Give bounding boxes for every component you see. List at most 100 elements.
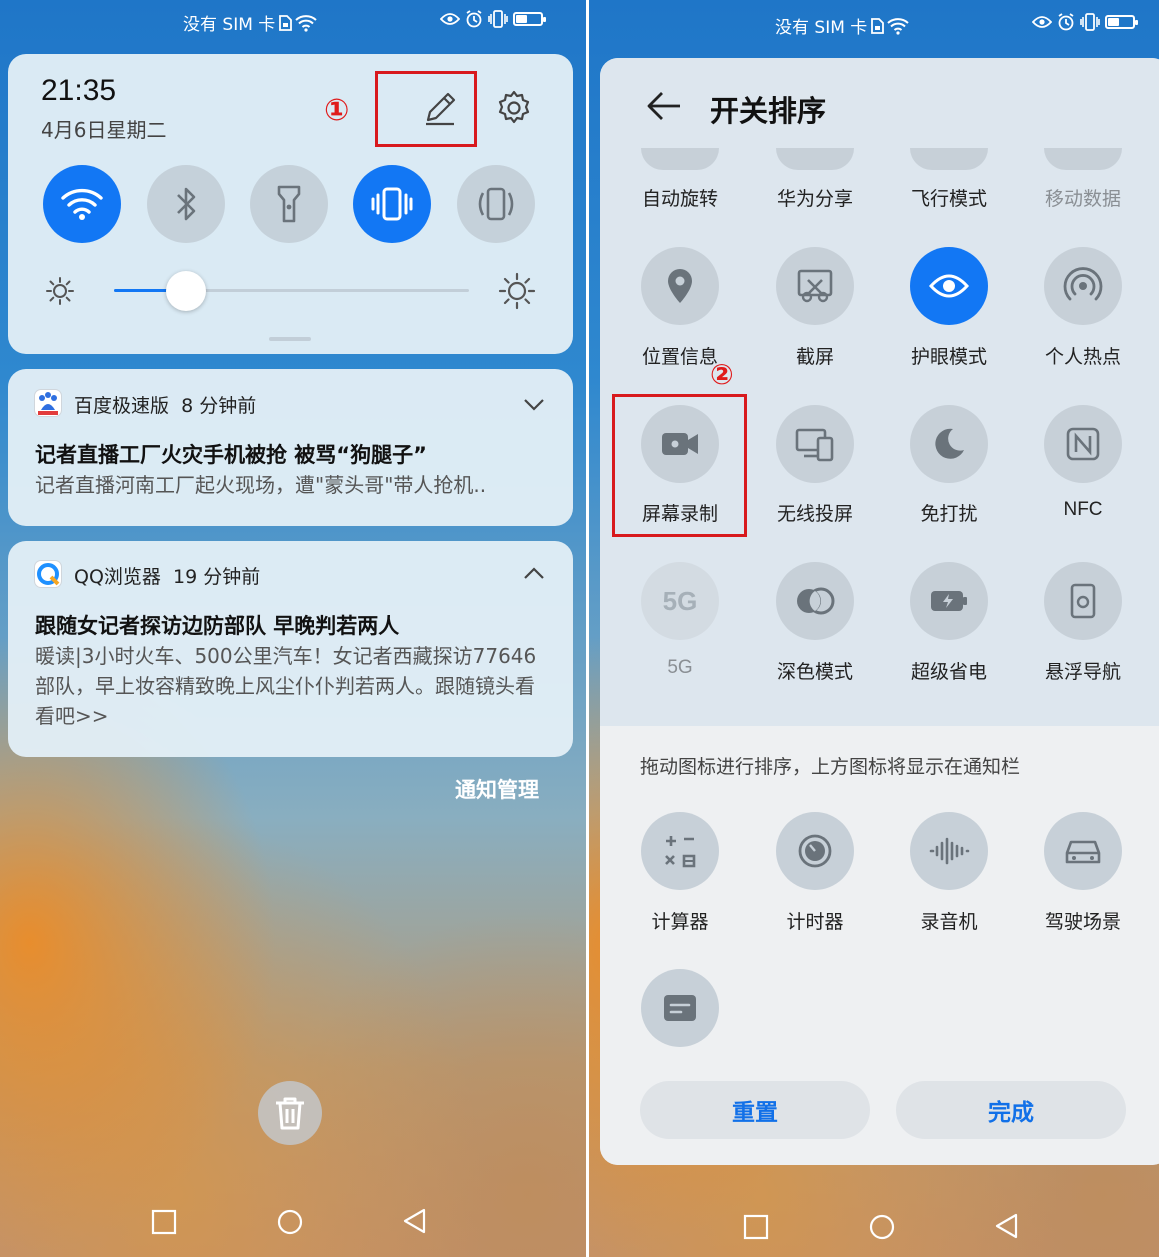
tile-mobile-data-icon[interactable] [1044, 148, 1122, 170]
recents-square-icon[interactable] [150, 1208, 178, 1236]
done-button[interactable]: 完成 [896, 1081, 1126, 1139]
clear-all-button[interactable] [258, 1081, 322, 1145]
tile-label-recorder: 录音机 [920, 911, 978, 933]
tile-label-power-saving: 超级省电 [910, 661, 987, 683]
flashlight-toggle[interactable] [250, 165, 328, 243]
tile-wireless-projection[interactable] [776, 405, 854, 483]
vibrate-toggle[interactable] [353, 165, 431, 243]
tile-driving-mode[interactable] [1044, 812, 1122, 890]
tile-label-floating-nav: 悬浮导航 [1044, 661, 1121, 683]
tile-label-dark-mode: 深色模式 [776, 661, 853, 683]
bluetooth-icon [177, 187, 196, 221]
wifi-toggle[interactable] [43, 165, 121, 243]
back-triangle-icon[interactable] [992, 1211, 1022, 1241]
tile-timer[interactable] [776, 812, 854, 890]
notification-app-name: QQ浏览器 19 分钟前 [74, 566, 261, 588]
battery-bolt-icon [931, 591, 967, 611]
floating-nav-icon [1070, 583, 1096, 619]
auto-rotate-icon [478, 187, 514, 221]
vibrate-icon [371, 187, 413, 221]
notification-title: 跟随女记者探访边防部队 早晚判若两人 [35, 614, 400, 638]
tile-huawei-share-icon[interactable] [776, 148, 854, 170]
sound-wave-icon [929, 837, 970, 865]
sim-card-icon [279, 14, 293, 31]
vibrate-status-icon [1080, 13, 1100, 31]
status-icons [1032, 13, 1138, 31]
tile-label-do-not-disturb: 免打扰 [920, 503, 978, 525]
step-marker-1: ① [324, 93, 350, 128]
status-bar: 没有 SIM 卡 [0, 0, 586, 44]
nfc-icon [1066, 427, 1100, 461]
home-circle-icon[interactable] [867, 1212, 897, 1242]
eye-icon [929, 274, 969, 298]
date: 4月6日星期二 [41, 118, 167, 142]
notification-body: 记者直播河南工厂起火现场，遭"蒙头哥"带人抢机.. [35, 473, 487, 497]
baidu-app-icon [34, 389, 62, 417]
tile-label-wireless-projection: 无线投屏 [776, 503, 853, 525]
screenshot-scissors-icon [797, 269, 833, 303]
chevron-down-icon[interactable] [521, 391, 547, 417]
sim-card-icon [871, 17, 885, 34]
tile-label-calculator: 计算器 [651, 911, 709, 933]
tile-screen-record[interactable] [641, 405, 719, 483]
wifi-status-icon [295, 14, 317, 32]
tile-5g[interactable]: 5G [641, 562, 719, 640]
notification-card-qq[interactable]: QQ浏览器 19 分钟前 跟随女记者探访边防部队 早晚判若两人 暖读|3小时火车… [8, 541, 573, 757]
recents-square-icon[interactable] [742, 1213, 770, 1241]
tile-subtitle[interactable] [641, 969, 719, 1047]
tile-label-screen-record: 屏幕录制 [641, 503, 718, 525]
back-triangle-icon[interactable] [400, 1206, 430, 1236]
step-marker-2: ② [710, 358, 734, 391]
chevron-up-icon[interactable] [521, 561, 547, 587]
alarm-status-icon [466, 10, 482, 28]
subtitle-icon [664, 995, 696, 1021]
car-icon [1065, 840, 1101, 864]
tile-screenshot[interactable] [776, 247, 854, 325]
carrier-status: 没有 SIM 卡 [183, 10, 317, 35]
dark-mode-icon [797, 587, 835, 615]
home-circle-icon[interactable] [275, 1207, 305, 1237]
tile-calculator[interactable] [641, 812, 719, 890]
tile-label-nfc: NFC [1063, 499, 1103, 520]
auto-rotate-toggle[interactable] [457, 165, 535, 243]
back-arrow-icon[interactable] [644, 86, 684, 126]
moon-icon [935, 428, 964, 459]
status-bar: 没有 SIM 卡 [589, 0, 1159, 44]
tile-label-hotspot: 个人热点 [1044, 346, 1121, 368]
bluetooth-toggle[interactable] [147, 165, 225, 243]
flashlight-icon [277, 185, 301, 223]
quick-settings-card: 21:35 4月6日星期二 ① [8, 54, 573, 354]
battery-icon [1105, 15, 1138, 29]
edit-pencil-icon[interactable] [420, 88, 460, 128]
hotspot-icon [1063, 267, 1103, 301]
reset-button[interactable]: 重置 [640, 1081, 870, 1139]
tile-recorder[interactable] [910, 812, 988, 890]
brightness-thumb[interactable] [166, 271, 206, 311]
tile-airplane-mode-icon[interactable] [910, 148, 988, 170]
gear-icon[interactable] [494, 88, 534, 128]
tile-location[interactable] [641, 247, 719, 325]
tile-power-saving[interactable] [910, 562, 988, 640]
tile-label-airplane-mode: 飞行模式 [910, 188, 987, 210]
tile-label-mobile-data: 移动数据 [1044, 188, 1121, 210]
tile-hotspot[interactable] [1044, 247, 1122, 325]
clock: 21:35 [41, 74, 117, 107]
battery-icon [513, 12, 546, 26]
tile-floating-nav[interactable] [1044, 562, 1122, 640]
vibrate-status-icon [488, 10, 508, 28]
carrier-text: 没有 SIM 卡 [775, 18, 868, 38]
drag-handle[interactable] [269, 337, 311, 341]
tile-eye-comfort[interactable] [910, 247, 988, 325]
tile-nfc[interactable] [1044, 405, 1122, 483]
tile-auto-rotate-icon[interactable] [641, 148, 719, 170]
tile-do-not-disturb[interactable] [910, 405, 988, 483]
carrier-status: 没有 SIM 卡 [775, 13, 909, 38]
switch-order-screen: 没有 SIM 卡 开关排序 自动旋转 华为分享 飞行模式 移动数据 位置信息 截… [589, 0, 1159, 1257]
notification-card-baidu[interactable]: 百度极速版 8 分钟前 记者直播工厂火灾手机被抢 被骂“狗腿子” 记者直播河南工… [8, 369, 573, 526]
qq-browser-app-icon [34, 560, 62, 588]
notification-manage-link[interactable]: 通知管理 [455, 774, 539, 804]
timer-icon [798, 834, 832, 868]
tile-label-timer: 计时器 [786, 911, 844, 933]
tile-label-5g: 5G [667, 657, 693, 678]
tile-dark-mode[interactable] [776, 562, 854, 640]
